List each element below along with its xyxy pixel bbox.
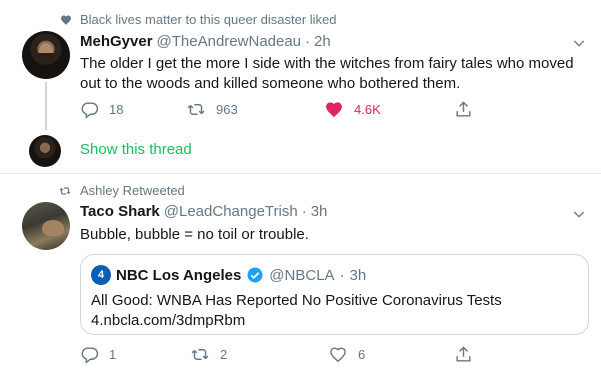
tweet[interactable]: Black lives matter to this queer disaste… — [0, 0, 601, 174]
reply-button[interactable]: 1 — [80, 345, 116, 364]
social-context: Black lives matter to this queer disaste… — [56, 12, 337, 27]
timestamp[interactable]: 2h — [314, 33, 331, 50]
user-handle[interactable]: @TheAndrewNadeau — [157, 33, 301, 50]
social-context: Ashley Retweeted — [56, 183, 185, 198]
context-text[interactable]: Black lives matter to this queer disaste… — [80, 12, 337, 27]
retweet-button[interactable]: 963 — [186, 100, 238, 119]
retweet-button[interactable]: 2 — [190, 345, 227, 364]
retweet-icon — [186, 100, 206, 119]
separator-dot: · — [305, 33, 311, 50]
reply-icon — [80, 100, 99, 119]
verified-badge-icon — [246, 266, 264, 284]
tweet-text: Bubble, bubble = no toil or trouble. — [80, 226, 309, 243]
tweet-actions: 18 963 4.6K — [80, 100, 480, 122]
tweet-header: MehGyver @TheAndrewNadeau · 2h — [80, 33, 331, 50]
quoted-tweet-header: 4 NBC Los Angeles @NBCLA · 3h — [91, 265, 366, 285]
like-button[interactable]: 4.6K — [324, 100, 381, 119]
share-button[interactable] — [454, 100, 473, 119]
heart-icon — [56, 14, 72, 26]
chevron-down-icon[interactable] — [571, 206, 587, 222]
thread-avatar[interactable] — [29, 135, 61, 167]
reply-button[interactable]: 18 — [80, 100, 123, 119]
reply-icon — [80, 345, 99, 364]
heart-icon — [328, 345, 348, 364]
quoted-link[interactable]: 4.nbcla.com/3dmpRbm — [91, 311, 502, 331]
tweet-text: The older I get the more I side with the… — [80, 55, 574, 92]
nbc-peacock-icon[interactable]: 4 — [91, 265, 111, 285]
show-thread-link[interactable]: Show this thread — [80, 141, 192, 158]
user-handle[interactable]: @LeadChangeTrish — [164, 203, 298, 220]
avatar[interactable] — [22, 202, 70, 250]
retweet-count: 2 — [220, 347, 228, 362]
tweet[interactable]: Ashley Retweeted Taco Shark @LeadChangeT… — [0, 175, 601, 380]
retweet-icon — [190, 345, 210, 364]
share-button[interactable] — [454, 345, 473, 364]
share-icon — [454, 345, 473, 364]
quoted-tweet[interactable]: 4 NBC Los Angeles @NBCLA · 3h All Good: … — [80, 254, 589, 335]
timestamp[interactable]: 3h — [311, 203, 328, 220]
share-icon — [454, 100, 473, 119]
like-button[interactable]: 6 — [328, 345, 365, 364]
quoted-user-handle: @NBCLA — [269, 266, 335, 284]
tweet-actions: 1 2 6 — [80, 345, 480, 367]
display-name[interactable]: Taco Shark — [80, 203, 160, 220]
quoted-display-name: NBC Los Angeles — [116, 266, 242, 284]
display-name[interactable]: MehGyver — [80, 33, 153, 50]
quoted-text-line: All Good: WNBA Has Reported No Positive … — [91, 292, 502, 309]
reply-count: 1 — [109, 347, 117, 362]
quoted-tweet-text: All Good: WNBA Has Reported No Positive … — [91, 291, 502, 331]
like-count: 6 — [358, 347, 366, 362]
separator-dot: · — [339, 266, 345, 284]
quoted-timestamp: 3h — [349, 266, 367, 284]
context-text[interactable]: Ashley Retweeted — [80, 183, 185, 198]
tweet-header: Taco Shark @LeadChangeTrish · 3h — [80, 203, 327, 220]
retweet-icon — [56, 185, 72, 197]
chevron-down-icon[interactable] — [571, 35, 587, 51]
thread-line — [45, 82, 47, 130]
heart-filled-icon — [324, 100, 344, 119]
reply-count: 18 — [109, 102, 124, 117]
separator-dot: · — [301, 203, 307, 220]
retweet-count: 963 — [216, 102, 238, 117]
avatar[interactable] — [22, 31, 70, 79]
like-count: 4.6K — [354, 102, 381, 117]
